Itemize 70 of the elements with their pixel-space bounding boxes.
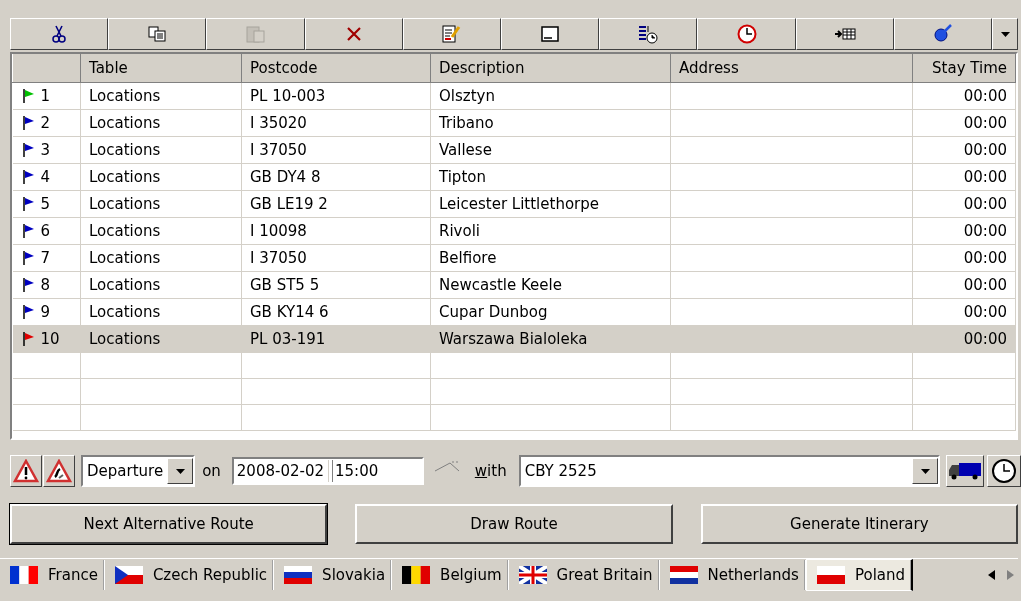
row-number: 10 <box>40 330 60 348</box>
country-tab[interactable]: Great Britain <box>508 560 660 590</box>
country-tab[interactable]: Czech Republic <box>104 560 275 590</box>
table-cell: Locations <box>89 222 161 240</box>
table-cell: Vallese <box>439 141 492 159</box>
table-cell: Locations <box>89 249 161 267</box>
row-number: 3 <box>40 141 51 159</box>
column-header[interactable]: Address <box>670 54 913 83</box>
table-cell: GB KY14 6 <box>250 303 329 321</box>
table-cell: I 37050 <box>250 141 307 159</box>
table-cell: 00:00 <box>963 114 1007 132</box>
country-tab[interactable]: France <box>0 560 105 590</box>
row-number: 8 <box>40 276 51 294</box>
column-header[interactable]: Description <box>430 54 671 83</box>
table-cell: Rivoli <box>439 222 480 240</box>
table-cell: 00:00 <box>963 168 1007 186</box>
with-label: with <box>473 462 508 480</box>
table-cell: Locations <box>89 195 161 213</box>
table-cell: Cupar Dunbog <box>439 303 548 321</box>
on-label: on <box>201 462 222 480</box>
table-cell: 00:00 <box>963 87 1007 105</box>
row-number: 2 <box>40 114 51 132</box>
table-cell: 00:00 <box>963 330 1007 348</box>
table-cell: Locations <box>89 141 161 159</box>
action-button[interactable]: Draw Route <box>355 504 673 544</box>
table-cell: Leicester Littlethorpe <box>439 195 599 213</box>
row-number: 1 <box>40 87 51 105</box>
column-header[interactable]: Postcode <box>241 54 431 83</box>
table-cell: Locations <box>89 276 161 294</box>
table-cell: I 35020 <box>250 114 307 132</box>
table-cell: Locations <box>89 330 161 348</box>
table-cell: GB DY4 8 <box>250 168 321 186</box>
vehicle-dropdown[interactable]: CBY 2525 <box>518 455 940 487</box>
row-number: 4 <box>40 168 51 186</box>
row-number: 7 <box>40 249 51 267</box>
country-tab[interactable]: Netherlands <box>659 560 806 590</box>
column-header[interactable]: Stay Time <box>912 54 1016 83</box>
table-cell: 00:00 <box>963 276 1007 294</box>
table-cell: Locations <box>89 168 161 186</box>
table-cell: I 10098 <box>250 222 307 240</box>
table-cell: Tipton <box>439 168 486 186</box>
table-cell: Locations <box>89 87 161 105</box>
row-number: 6 <box>40 222 51 240</box>
table-cell: PL 03-191 <box>250 330 326 348</box>
table-cell: Belfiore <box>439 249 497 267</box>
column-header[interactable]: Table <box>80 54 242 83</box>
table-cell: Newcastle Keele <box>439 276 562 294</box>
table-cell: Olsztyn <box>439 87 495 105</box>
table-cell: 00:00 <box>963 222 1007 240</box>
table-cell: GB LE19 2 <box>250 195 328 213</box>
table-cell: Locations <box>89 303 161 321</box>
table-cell: Locations <box>89 114 161 132</box>
table-cell: Tribano <box>439 114 494 132</box>
table-cell: 00:00 <box>963 141 1007 159</box>
row-number: 9 <box>40 303 51 321</box>
country-tab[interactable]: Slovakia <box>274 560 393 590</box>
table-cell: PL 10-003 <box>250 87 326 105</box>
date-time-field[interactable]: 2008-02-02 15:00 <box>231 457 424 485</box>
table-cell: 00:00 <box>963 249 1007 267</box>
mode-dropdown[interactable]: Departure <box>81 455 196 487</box>
table-cell: GB ST5 5 <box>250 276 320 294</box>
table-cell: Warszawa Bialoleka <box>439 330 588 348</box>
action-button[interactable]: Generate Itinerary <box>700 504 1018 544</box>
table-cell: 00:00 <box>963 303 1007 321</box>
row-number: 5 <box>40 195 51 213</box>
table-cell: I 37050 <box>250 249 307 267</box>
action-button[interactable]: Next Alternative Route <box>10 504 328 544</box>
country-tab[interactable]: Poland <box>805 559 913 591</box>
country-tab[interactable]: Belgium <box>392 560 509 590</box>
table-cell: 00:00 <box>963 195 1007 213</box>
